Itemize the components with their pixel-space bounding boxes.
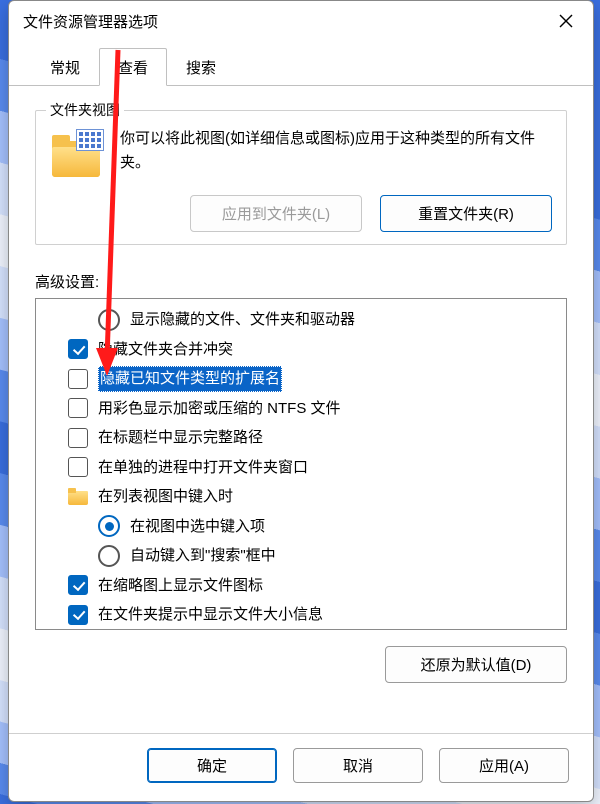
tree-item-2[interactable]: 隐藏已知文件类型的扩展名 <box>42 364 560 394</box>
tree-item-label: 隐藏已知文件类型的扩展名 <box>98 366 282 392</box>
tree-item-label: 显示隐藏的文件、文件夹和驱动器 <box>130 307 355 333</box>
tree-item-4[interactable]: 在标题栏中显示完整路径 <box>42 423 560 453</box>
tree-item-0[interactable]: 显示隐藏的文件、文件夹和驱动器 <box>42 305 560 335</box>
tree-item-11[interactable]: 在预览窗格中显示预览控件 <box>42 630 560 631</box>
tree-item-6[interactable]: 在列表视图中键入时 <box>42 482 560 512</box>
tree-item-label: 隐藏文件夹合并冲突 <box>98 337 233 363</box>
folder-options-dialog: 文件资源管理器选项 常规 查看 搜索 文件夹视图 你可以将此视图(如详细信息或图… <box>8 0 594 802</box>
tree-item-label: 在标题栏中显示完整路径 <box>98 425 263 451</box>
tree-item-1[interactable]: 隐藏文件夹合并冲突 <box>42 335 560 365</box>
tree-item-label: 在缩略图上显示文件图标 <box>98 573 263 599</box>
apply-to-folders-button[interactable]: 应用到文件夹(L) <box>190 195 362 232</box>
folder-view-legend: 文件夹视图 <box>46 100 124 120</box>
reset-folders-button[interactable]: 重置文件夹(R) <box>380 195 552 232</box>
tree-item-label: 自动键入到"搜索"框中 <box>130 543 276 569</box>
folder-view-description: 你可以将此视图(如详细信息或图标)应用于这种类型的所有文件夹。 <box>120 127 552 183</box>
folder-icon <box>68 489 88 505</box>
ok-button[interactable]: 确定 <box>147 748 277 783</box>
folder-view-group: 文件夹视图 你可以将此视图(如详细信息或图标)应用于这种类型的所有文件夹。 应用… <box>35 110 567 245</box>
radio-icon[interactable] <box>98 309 120 331</box>
close-button[interactable] <box>543 5 589 37</box>
radio-icon[interactable] <box>98 545 120 567</box>
tree-item-label: 在单独的进程中打开文件夹窗口 <box>98 455 308 481</box>
tree-item-10[interactable]: 在文件夹提示中显示文件大小信息 <box>42 600 560 630</box>
folder-view-icon <box>50 127 106 183</box>
checkbox-icon[interactable] <box>68 339 88 359</box>
tree-item-7[interactable]: 在视图中选中键入项 <box>42 512 560 542</box>
tree-item-label: 用彩色显示加密或压缩的 NTFS 文件 <box>98 396 341 422</box>
close-icon <box>559 14 573 28</box>
restore-defaults-button[interactable]: 还原为默认值(D) <box>385 646 567 683</box>
checkbox-icon[interactable] <box>68 605 88 625</box>
tab-strip: 常规 查看 搜索 <box>9 47 593 86</box>
advanced-settings-tree[interactable]: 显示隐藏的文件、文件夹和驱动器隐藏文件夹合并冲突隐藏已知文件类型的扩展名用彩色显… <box>35 298 567 630</box>
titlebar: 文件资源管理器选项 <box>9 1 593 41</box>
apply-button[interactable]: 应用(A) <box>439 748 569 783</box>
tree-item-5[interactable]: 在单独的进程中打开文件夹窗口 <box>42 453 560 483</box>
tree-item-3[interactable]: 用彩色显示加密或压缩的 NTFS 文件 <box>42 394 560 424</box>
tree-item-label: 在列表视图中键入时 <box>98 484 233 510</box>
tree-item-9[interactable]: 在缩略图上显示文件图标 <box>42 571 560 601</box>
checkbox-icon[interactable] <box>68 369 88 389</box>
tab-view[interactable]: 查看 <box>99 48 167 86</box>
advanced-settings-label: 高级设置: <box>35 271 567 292</box>
tree-item-8[interactable]: 自动键入到"搜索"框中 <box>42 541 560 571</box>
tab-search[interactable]: 搜索 <box>167 48 235 86</box>
checkbox-icon[interactable] <box>68 575 88 595</box>
tree-item-label: 在文件夹提示中显示文件大小信息 <box>98 602 323 628</box>
dialog-footer: 确定 取消 应用(A) <box>9 733 593 801</box>
tree-item-label: 在视图中选中键入项 <box>130 514 265 540</box>
tab-general[interactable]: 常规 <box>31 48 99 86</box>
radio-icon[interactable] <box>98 515 120 537</box>
dialog-title: 文件资源管理器选项 <box>23 11 543 32</box>
checkbox-icon[interactable] <box>68 428 88 448</box>
cancel-button[interactable]: 取消 <box>293 748 423 783</box>
tab-panel-view: 文件夹视图 你可以将此视图(如详细信息或图标)应用于这种类型的所有文件夹。 应用… <box>9 86 593 733</box>
checkbox-icon[interactable] <box>68 457 88 477</box>
checkbox-icon[interactable] <box>68 398 88 418</box>
